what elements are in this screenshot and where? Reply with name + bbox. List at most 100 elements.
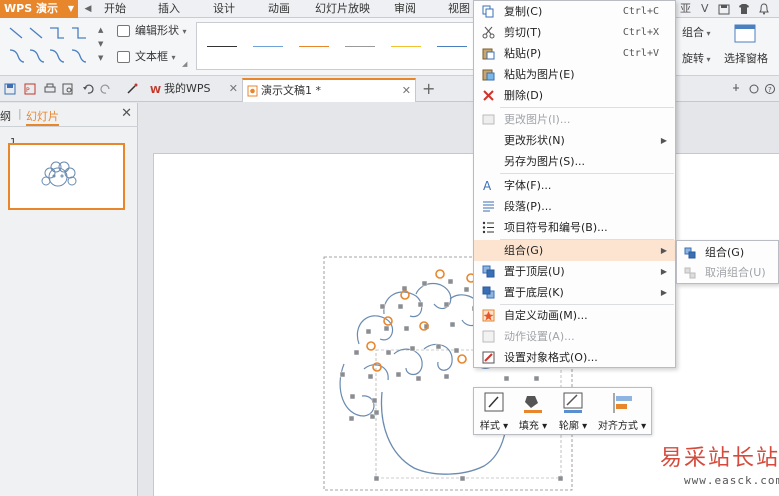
- menu-item-paste[interactable]: 粘贴(P) Ctrl+V: [474, 43, 675, 64]
- customize-icon[interactable]: [126, 83, 138, 95]
- connector-shapes-icon: [9, 27, 87, 63]
- format-icon: [482, 351, 495, 364]
- menu-item-label: 组合(G): [504, 244, 544, 257]
- chevron-down-icon: ▼: [67, 4, 74, 13]
- menu-item-change-shape[interactable]: 更改形状(N) ▶: [474, 130, 675, 151]
- tab-design[interactable]: 设计: [213, 0, 235, 18]
- text-box-button[interactable]: 文本框 ▾: [115, 48, 176, 66]
- doc-tab-presentation[interactable]: 演示文稿1 * ✕: [242, 78, 416, 102]
- save-icon[interactable]: [4, 83, 16, 95]
- group-button[interactable]: 组合 ▾: [682, 24, 711, 42]
- menu-item-label: 粘贴为图片(E): [504, 68, 575, 81]
- tab-divider: |: [18, 107, 22, 120]
- help-icon[interactable]: ?: [764, 83, 776, 95]
- close-icon[interactable]: ✕: [402, 80, 411, 102]
- menu-item-custom-animation[interactable]: 自定义动画(M)...: [474, 305, 675, 326]
- shape-gallery[interactable]: ▲ ▼ ▼: [2, 22, 103, 70]
- tools-icon[interactable]: [748, 83, 760, 95]
- fill-button[interactable]: 填充 ▾: [514, 388, 552, 434]
- align-icon: [613, 393, 632, 413]
- gallery-more-icon[interactable]: ▼: [98, 54, 103, 62]
- tab-view[interactable]: 视图: [448, 0, 470, 18]
- redo-icon[interactable]: [100, 83, 112, 95]
- rotate-button[interactable]: 旋转 ▾: [682, 50, 711, 68]
- tab-outline[interactable]: 纲: [0, 108, 11, 124]
- line-style-3[interactable]: [299, 46, 329, 47]
- menu-item-bullets[interactable]: 项目符号和编号(B)...: [474, 217, 675, 238]
- print-preview-icon[interactable]: [62, 83, 74, 95]
- menu-item-shortcut: Ctrl+X: [622, 27, 659, 38]
- menu-item-paste-as-picture[interactable]: 粘贴为图片(E): [474, 64, 675, 85]
- gallery-down-icon[interactable]: ▼: [98, 40, 103, 48]
- menu-item-paragraph[interactable]: 段落(P)...: [474, 196, 675, 217]
- doc-tab-label: 演示文稿1 *: [261, 84, 321, 97]
- menu-item-format-object[interactable]: 设置对象格式(O)...: [474, 347, 675, 368]
- svg-text:P: P: [26, 87, 30, 94]
- scissors-icon: [482, 26, 495, 39]
- tab-insert[interactable]: 插入: [158, 0, 180, 18]
- dialog-launcher-icon[interactable]: ◢: [182, 60, 187, 68]
- gallery-up-icon[interactable]: ▲: [98, 26, 103, 34]
- right-menu-2[interactable]: V: [701, 2, 709, 15]
- undo-icon[interactable]: [82, 83, 94, 95]
- selection-pane-label: 选择窗格: [724, 52, 768, 65]
- close-icon[interactable]: ✕: [121, 106, 132, 121]
- menu-item-bring-to-front[interactable]: 置于顶层(U) ▶: [474, 261, 675, 282]
- save-cloud-icon[interactable]: [718, 3, 730, 15]
- copy-icon: [482, 5, 494, 18]
- bullets-icon: [482, 221, 494, 234]
- menu-item-label: 置于底层(K): [504, 286, 564, 299]
- svg-text:W: W: [150, 85, 161, 95]
- tab-review[interactable]: 审阅: [394, 0, 416, 18]
- menu-item-save-as-picture[interactable]: 另存为图片(S)...: [474, 151, 675, 172]
- bring-front-icon: [482, 265, 495, 278]
- fill-bucket-icon: [524, 396, 542, 413]
- menu-separator: [500, 173, 674, 174]
- submenu-item-group[interactable]: 组合(G): [677, 243, 778, 263]
- chevron-left-icon[interactable]: ◀: [82, 0, 94, 18]
- right-menu-1[interactable]: 亚: [680, 2, 691, 15]
- pin-icon[interactable]: [730, 83, 742, 95]
- menu-item-label: 粘贴(P): [504, 47, 542, 60]
- menu-item-label: 另存为图片(S)...: [504, 155, 586, 168]
- selection-pane-button[interactable]: 选择窗格: [724, 50, 768, 68]
- line-style-2[interactable]: [253, 46, 283, 47]
- text-box-label: 文本框: [135, 50, 168, 63]
- menu-item-group[interactable]: 组合(G) ▶: [474, 240, 675, 261]
- submenu-arrow-icon: ▶: [660, 136, 667, 145]
- line-style-6[interactable]: [437, 46, 467, 47]
- bell-icon[interactable]: [758, 3, 770, 15]
- group-icon: [684, 247, 696, 259]
- new-tab-icon[interactable]: +: [422, 79, 435, 98]
- rotate-label: 旋转: [682, 52, 704, 65]
- wps-logo-icon: W: [150, 85, 161, 95]
- align-button[interactable]: 对齐方式 ▾: [594, 388, 650, 434]
- shirt-icon[interactable]: [738, 3, 750, 15]
- line-style-1[interactable]: [207, 46, 237, 47]
- menu-item-font[interactable]: A 字体(F)...: [474, 175, 675, 196]
- menu-item-label: 复制(C): [504, 5, 543, 18]
- menu-separator: [500, 107, 674, 108]
- menu-item-copy[interactable]: 复制(C) Ctrl+C: [474, 1, 675, 22]
- app-menu-button[interactable]: WPS 演示 ▼: [0, 0, 78, 18]
- edit-shape-button[interactable]: 编辑形状 ▾: [115, 22, 187, 40]
- print-icon[interactable]: [44, 83, 56, 95]
- ungroup-icon: [684, 267, 696, 279]
- tab-home[interactable]: 开始: [104, 0, 126, 18]
- line-style-5[interactable]: [391, 46, 421, 47]
- doc-tab-my-wps[interactable]: W 我的WPS ✕: [146, 78, 242, 102]
- menu-item-cut[interactable]: 剪切(T) Ctrl+X: [474, 22, 675, 43]
- close-icon[interactable]: ✕: [229, 78, 238, 100]
- line-styles-gallery[interactable]: [196, 22, 474, 70]
- pdf-icon[interactable]: P: [24, 83, 36, 95]
- tab-slides[interactable]: 幻灯片: [26, 108, 59, 126]
- tab-animation[interactable]: 动画: [268, 0, 290, 18]
- style-button[interactable]: 样式 ▾: [476, 388, 512, 434]
- menu-item-send-to-back[interactable]: 置于底层(K) ▶: [474, 282, 675, 303]
- outline-button[interactable]: 轮廓 ▾: [554, 388, 592, 434]
- tab-slideshow[interactable]: 幻灯片放映: [315, 0, 370, 18]
- line-style-4[interactable]: [345, 46, 375, 47]
- menu-item-delete[interactable]: 删除(D): [474, 85, 675, 106]
- watermark-url: www.easck.com: [684, 474, 779, 487]
- slide-thumbnail[interactable]: [8, 143, 125, 210]
